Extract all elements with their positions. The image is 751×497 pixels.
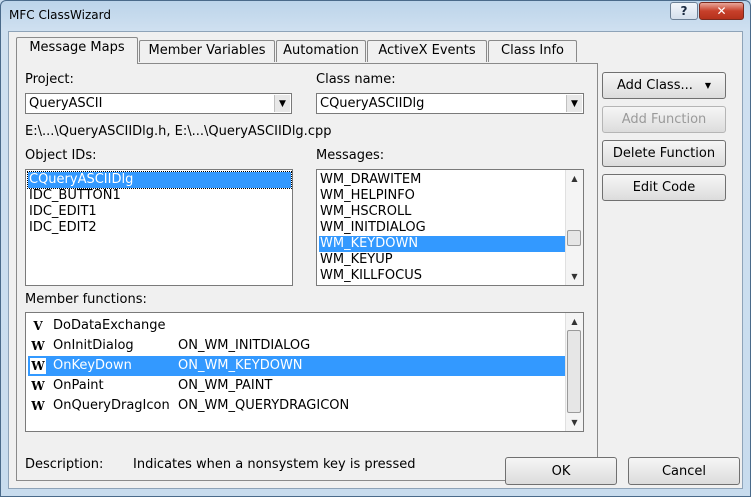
function-name: OnQueryDragIcon	[53, 398, 170, 413]
tab-member-variables[interactable]: Member Variables	[139, 40, 275, 62]
list-item[interactable]: WM_INITDIALOG	[319, 220, 426, 236]
list-item[interactable]: WM_DRAWITEM	[319, 172, 421, 188]
scroll-thumb[interactable]	[567, 230, 581, 246]
classwizard-window: MFC ClassWizard ? ✕ Message Maps Member …	[0, 0, 751, 497]
list-item[interactable]: WM_KILLFOCUS	[319, 268, 422, 284]
tab-automation[interactable]: Automation	[276, 40, 366, 62]
message-maps-panel: Project: QueryASCII ▼ Class name: CQuery…	[16, 63, 598, 481]
message-map: ON_WM_PAINT	[178, 378, 273, 393]
message-map: ON_WM_QUERYDRAGICON	[178, 398, 350, 413]
message-map: ON_WM_INITDIALOG	[178, 338, 311, 353]
list-item[interactable]: IDC_EDIT2	[28, 220, 97, 236]
windows-message-icon: W	[30, 398, 46, 414]
project-combo[interactable]: QueryASCII ▼	[25, 93, 292, 114]
scroll-thumb[interactable]	[567, 330, 581, 413]
close-button[interactable]: ✕	[699, 2, 744, 20]
list-item[interactable]: WM_HSCROLL	[319, 204, 411, 220]
edit-code-button[interactable]: Edit Code	[602, 174, 726, 201]
table-row[interactable]: W OnPaint ON_WM_PAINT	[28, 376, 567, 396]
table-row[interactable]: W OnQueryDragIcon ON_WM_QUERYDRAGICON	[28, 396, 567, 416]
ok-button[interactable]: OK	[505, 457, 617, 485]
virtual-function-icon: V	[30, 318, 46, 334]
messages-scrollbar[interactable]: ▲ ▼	[565, 170, 583, 285]
chevron-down-icon[interactable]: ▼	[566, 95, 582, 112]
list-item[interactable]: WM_KEYUP	[319, 252, 393, 268]
class-name-label: Class name:	[316, 72, 396, 87]
table-row[interactable]: V DoDataExchange	[28, 316, 567, 336]
function-name: OnInitDialog	[53, 338, 134, 353]
scroll-up-icon[interactable]: ▲	[566, 313, 583, 330]
list-item[interactable]: IDC_EDIT1	[28, 204, 97, 220]
member-functions-label: Member functions:	[25, 292, 147, 307]
windows-message-icon: W	[30, 358, 46, 374]
tab-activex-events[interactable]: ActiveX Events	[367, 40, 487, 62]
description-label: Description:	[25, 457, 104, 472]
add-class-button[interactable]: Add Class... ▼	[602, 72, 726, 99]
tab-message-maps[interactable]: Message Maps	[16, 37, 138, 64]
chevron-down-icon: ▼	[704, 81, 712, 90]
project-value: QueryASCII	[29, 96, 103, 111]
object-ids-label: Object IDs:	[25, 148, 97, 163]
message-map: ON_WM_KEYDOWN	[178, 358, 303, 373]
cancel-button[interactable]: Cancel	[628, 457, 740, 485]
class-name-value: CQueryASCIIDlg	[320, 96, 425, 111]
member-functions-scrollbar[interactable]: ▲ ▼	[565, 313, 583, 431]
object-ids-list[interactable]: CQueryASCIIDlg IDC_BUTTON1 IDC_EDIT1 IDC…	[25, 169, 293, 286]
messages-label: Messages:	[316, 148, 385, 163]
dialog-client: Message Maps Member Variables Automation…	[8, 31, 743, 489]
description-text: Indicates when a nonsystem key is presse…	[133, 457, 416, 472]
help-button[interactable]: ?	[670, 2, 698, 20]
function-name: OnKeyDown	[53, 358, 132, 373]
table-row-selected[interactable]: W OnKeyDown ON_WM_KEYDOWN	[28, 356, 567, 376]
add-class-label: Add Class...	[616, 78, 693, 93]
member-functions-list[interactable]: V DoDataExchange W OnInitDialog ON_WM_IN…	[25, 312, 584, 432]
project-label: Project:	[25, 72, 74, 87]
list-item[interactable]: CQueryASCIIDlg	[27, 171, 292, 189]
windows-message-icon: W	[30, 378, 46, 394]
add-function-button[interactable]: Add Function	[602, 106, 726, 133]
list-item[interactable]: WM_HELPINFO	[319, 188, 415, 204]
tab-class-info[interactable]: Class Info	[488, 40, 577, 62]
scroll-up-icon[interactable]: ▲	[566, 170, 583, 187]
file-path: E:\...\QueryASCIIDlg.h, E:\...\QueryASCI…	[25, 124, 332, 139]
list-item-selected[interactable]: WM_KEYDOWN	[319, 236, 565, 252]
list-item[interactable]: IDC_BUTTON1	[28, 188, 121, 204]
windows-message-icon: W	[30, 338, 46, 354]
title-bar[interactable]: MFC ClassWizard ? ✕	[1, 1, 750, 31]
function-name: OnPaint	[53, 378, 104, 393]
function-name: DoDataExchange	[53, 318, 166, 333]
delete-function-button[interactable]: Delete Function	[602, 140, 726, 167]
table-row[interactable]: W OnInitDialog ON_WM_INITDIALOG	[28, 336, 567, 356]
scroll-down-icon[interactable]: ▼	[566, 414, 583, 431]
window-title: MFC ClassWizard	[9, 8, 111, 22]
messages-list[interactable]: WM_DRAWITEM WM_HELPINFO WM_HSCROLL WM_IN…	[316, 169, 584, 286]
class-name-combo[interactable]: CQueryASCIIDlg ▼	[316, 93, 584, 114]
scroll-down-icon[interactable]: ▼	[566, 268, 583, 285]
chevron-down-icon[interactable]: ▼	[274, 95, 290, 112]
